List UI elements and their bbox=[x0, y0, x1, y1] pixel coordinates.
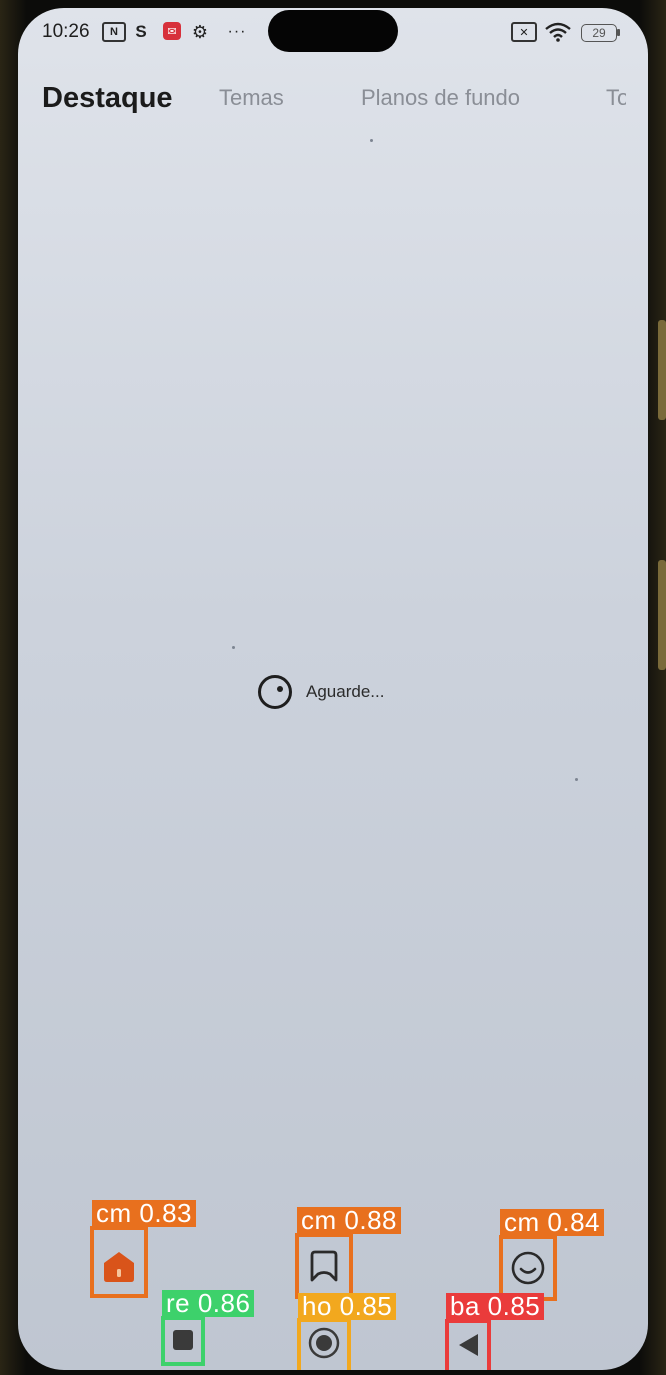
volume-button bbox=[658, 320, 666, 420]
dust-speck bbox=[575, 778, 578, 781]
camera-cutout bbox=[268, 10, 398, 52]
status-time: 10:26 bbox=[42, 21, 90, 42]
dust-speck bbox=[370, 139, 373, 142]
tab-temas[interactable]: Temas bbox=[219, 78, 284, 118]
loading-text: Aguarde... bbox=[306, 682, 385, 701]
more-dots-icon: ··· bbox=[227, 23, 247, 40]
screen: 10:26 N S ✉ ⚙ ··· ✕ 29 Destaque Temas Pl… bbox=[18, 8, 648, 1370]
detection-label: ho 0.85 bbox=[298, 1293, 397, 1320]
battery-tip bbox=[617, 29, 620, 36]
smiley-icon[interactable] bbox=[509, 1249, 547, 1287]
status-bar: 10:26 N S ✉ ⚙ ··· ✕ 29 bbox=[18, 8, 648, 58]
home-theme-icon[interactable] bbox=[99, 1246, 139, 1286]
nfc-icon: N bbox=[102, 22, 126, 42]
no-sim-icon: ✕ bbox=[511, 22, 537, 42]
home-circle-icon[interactable] bbox=[307, 1326, 341, 1360]
detection-label: re 0.86 bbox=[162, 1290, 255, 1317]
detection-label: cm 0.83 bbox=[92, 1200, 196, 1227]
detection-label: ba 0.85 bbox=[446, 1293, 545, 1320]
wifi-icon bbox=[543, 22, 573, 42]
loading-indicator: Aguarde... bbox=[258, 671, 384, 713]
recents-square-icon[interactable] bbox=[169, 1326, 197, 1354]
bookmark-icon[interactable] bbox=[305, 1248, 343, 1286]
gear-icon: ⚙ bbox=[191, 21, 209, 42]
detection-label: cm 0.88 bbox=[297, 1207, 401, 1234]
power-button bbox=[658, 560, 666, 670]
detection-label: cm 0.84 bbox=[500, 1209, 604, 1236]
tab-destaque[interactable]: Destaque bbox=[42, 78, 173, 118]
back-triangle-icon[interactable] bbox=[454, 1330, 482, 1360]
tab-planos-de-fundo[interactable]: Planos de fundo bbox=[361, 78, 520, 118]
tab-overflow[interactable]: To bbox=[606, 78, 626, 118]
s-app-icon: S bbox=[135, 22, 147, 41]
spinner-icon bbox=[258, 675, 292, 709]
dust-speck bbox=[232, 646, 235, 649]
tab-bar: Destaque Temas Planos de fundo To bbox=[18, 78, 648, 122]
battery-icon: 29 bbox=[581, 24, 617, 42]
mail-notification-icon: ✉ bbox=[163, 22, 181, 40]
